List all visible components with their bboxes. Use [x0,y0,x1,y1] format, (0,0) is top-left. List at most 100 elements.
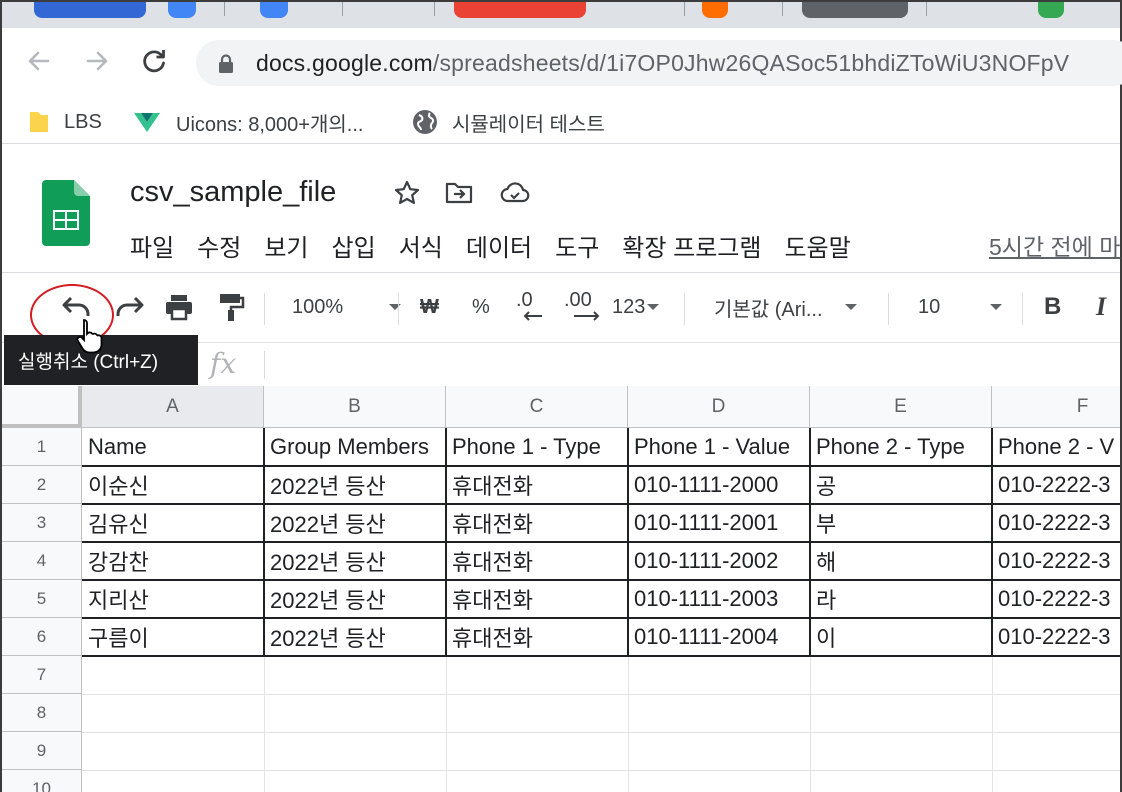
cell-f4[interactable]: 010-2222-3 [992,542,1120,580]
spreadsheet-grid: A B C D E F 1 2 3 4 5 6 7 8 9 10 Name Gr… [2,386,1120,792]
paint-format-icon [220,294,245,321]
menu-file[interactable]: 파일 [130,228,174,262]
column-header-d[interactable]: D [628,386,810,428]
menu-insert[interactable]: 삽입 [332,228,376,262]
cloud-saved-icon[interactable] [500,180,530,206]
cell-c2[interactable]: 휴대전화 [446,466,627,504]
cell-a3[interactable]: 김유신 [82,504,263,542]
redo-button[interactable] [112,289,146,325]
cell-b4[interactable]: 2022년 등산 [264,542,445,580]
menu-tools[interactable]: 도구 [555,228,599,262]
row-header[interactable]: 3 [2,504,82,542]
select-all-corner[interactable] [2,386,82,428]
browser-tab-strip [2,2,1120,28]
bookmark-lbs[interactable]: LBS [28,108,102,136]
italic-button[interactable]: I [1096,289,1106,325]
cell-e3[interactable]: 부 [810,504,991,542]
font-size-select[interactable]: 10 [918,289,1003,325]
cell-d2[interactable]: 010-1111-2000 [628,466,809,504]
percent-format-button[interactable]: % [472,289,490,325]
cell-f6[interactable]: 010-2222-3 [992,618,1120,656]
reload-button[interactable] [137,44,171,78]
document-title[interactable]: csv_sample_file [130,176,336,209]
row-header[interactable]: 4 [2,542,82,580]
column-header-c[interactable]: C [446,386,628,428]
row-header[interactable]: 8 [2,694,82,732]
back-button[interactable] [22,44,56,78]
more-formats-button[interactable]: 123 [612,289,660,325]
cell-d1[interactable]: Phone 1 - Value [628,428,809,466]
last-edit-link[interactable]: 5시간 전에 마 [989,228,1120,262]
cell-f1[interactable]: Phone 2 - V [992,428,1120,466]
cell-d3[interactable]: 010-1111-2001 [628,504,809,542]
column-header-f[interactable]: F [992,386,1120,428]
bookmark-uicons[interactable]: Uicons: 8,000+개의... [132,108,363,136]
browser-tab[interactable] [34,2,146,18]
cell-f5[interactable]: 010-2222-3 [992,580,1120,618]
cell-b2[interactable]: 2022년 등산 [264,466,445,504]
browser-tab[interactable] [260,2,288,18]
column-header-b[interactable]: B [264,386,446,428]
cell-a6[interactable]: 구름이 [82,618,263,656]
star-icon[interactable] [394,180,420,206]
menu-help[interactable]: 도움말 [784,228,850,262]
row-header[interactable]: 6 [2,618,82,656]
folder-icon [30,112,48,132]
cell-e6[interactable]: 이 [810,618,991,656]
cell-a2[interactable]: 이순신 [82,466,263,504]
row-header[interactable]: 5 [2,580,82,618]
cell-e2[interactable]: 공 [810,466,991,504]
cell-b6[interactable]: 2022년 등산 [264,618,445,656]
cell-c3[interactable]: 휴대전화 [446,504,627,542]
row-header[interactable]: 10 [2,770,82,792]
browser-tab[interactable] [1038,2,1064,18]
google-sheets-logo[interactable] [42,180,90,246]
currency-format-button[interactable]: ₩ [420,289,439,325]
cell-b5[interactable]: 2022년 등산 [264,580,445,618]
row-header[interactable]: 9 [2,732,82,770]
bold-button[interactable]: B [1044,289,1061,325]
menu-data[interactable]: 데이터 [466,228,532,262]
forward-button[interactable] [80,44,114,78]
uicons-icon [134,113,160,132]
row-header[interactable]: 1 [2,428,82,466]
menu-edit[interactable]: 수정 [197,228,241,262]
menu-view[interactable]: 보기 [264,228,308,262]
cell-c5[interactable]: 휴대전화 [446,580,627,618]
cell-a4[interactable]: 강감찬 [82,542,263,580]
cell-f3[interactable]: 010-2222-3 [992,504,1120,542]
cell-a1[interactable]: Name [82,428,263,466]
cell-b3[interactable]: 2022년 등산 [264,504,445,542]
column-header-e[interactable]: E [810,386,992,428]
cell-e5[interactable]: 라 [810,580,991,618]
bookmark-simulator[interactable]: 시뮬레이터 테스트 [412,108,605,136]
cell-e4[interactable]: 해 [810,542,991,580]
browser-tab[interactable] [702,2,728,18]
browser-tab[interactable] [168,2,196,18]
cell-d6[interactable]: 010-1111-2004 [628,618,809,656]
menu-extensions[interactable]: 확장 프로그램 [622,228,761,262]
row-header[interactable]: 2 [2,466,82,504]
font-family-select[interactable]: 기본값 (Ari... [714,289,857,325]
cell-c6[interactable]: 휴대전화 [446,618,627,656]
cell-f2[interactable]: 010-2222-3 [992,466,1120,504]
zoom-select[interactable]: 100% [292,289,402,325]
increase-decimal-button[interactable]: .00 [564,289,602,325]
cell-c4[interactable]: 휴대전화 [446,542,627,580]
cell-d5[interactable]: 010-1111-2003 [628,580,809,618]
column-header-a[interactable]: A [82,386,264,428]
cell-e1[interactable]: Phone 2 - Type [810,428,991,466]
cell-d4[interactable]: 010-1111-2002 [628,542,809,580]
print-button[interactable] [164,289,194,325]
browser-tab[interactable] [802,2,908,18]
decrease-decimal-button[interactable]: .0 [516,289,544,325]
cell-c1[interactable]: Phone 1 - Type [446,428,627,466]
address-bar[interactable]: docs.google.com/spreadsheets/d/1i7OP0Jhw… [196,40,1122,86]
browser-tab[interactable] [454,2,586,18]
paint-format-button[interactable] [218,289,246,325]
cell-a5[interactable]: 지리산 [82,580,263,618]
row-header[interactable]: 7 [2,656,82,694]
menu-format[interactable]: 서식 [399,228,443,262]
move-folder-icon[interactable] [445,180,473,206]
cell-b1[interactable]: Group Members [264,428,445,466]
